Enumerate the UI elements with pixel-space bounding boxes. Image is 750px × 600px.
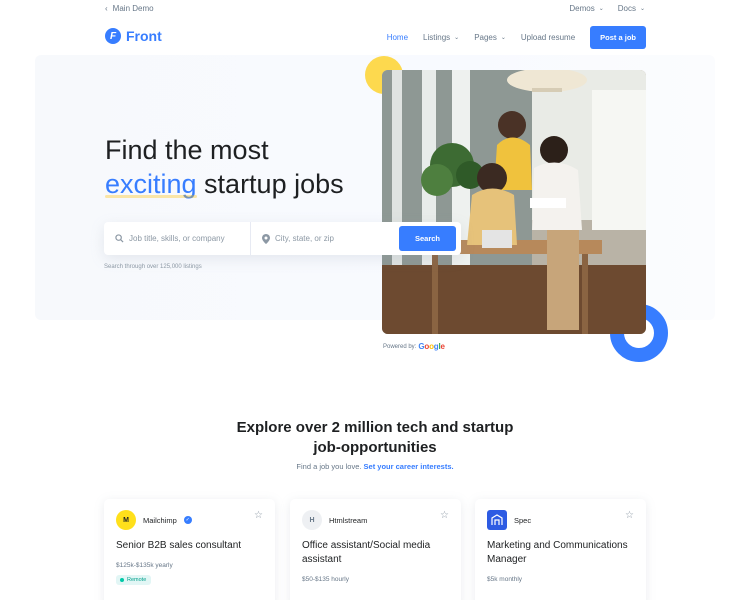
company-name: Mailchimp [143, 515, 177, 525]
remote-badge-label: Remote [127, 577, 147, 583]
job-title[interactable]: Marketing and Communications Manager [487, 539, 637, 567]
chevron-down-icon: ⌄ [500, 35, 506, 41]
nav-pages-label: Pages [474, 33, 497, 42]
logo-icon: F [105, 28, 121, 44]
job-title[interactable]: Senior B2B sales consultant [116, 539, 266, 553]
star-bookmark-icon[interactable]: ☆ [625, 510, 634, 521]
hero-title-accent: exciting [105, 169, 197, 199]
spec-logo-icon [487, 510, 507, 530]
docs-label: Docs [617, 4, 636, 13]
star-bookmark-icon[interactable]: ☆ [254, 510, 263, 521]
search-hint: Search through over 125,000 listings [104, 264, 202, 270]
nav-upload-resume[interactable]: Upload resume [521, 33, 575, 42]
hero-photo [382, 70, 646, 334]
office-scene-image [382, 70, 646, 334]
verified-check-icon: ✓ [183, 516, 192, 524]
map-pin-icon [262, 233, 270, 244]
job-card[interactable]: Spec ☆ Marketing and Communications Mana… [475, 499, 646, 600]
status-dot-icon [120, 578, 124, 582]
remote-badge: Remote [116, 575, 152, 585]
mailchimp-logo-icon: M [116, 510, 136, 530]
section-title: Explore over 2 million tech and startup … [236, 419, 514, 456]
demos-dropdown[interactable]: Demos ⌄ [569, 4, 603, 13]
chevron-down-icon: ⌄ [454, 35, 460, 41]
powered-by-label: Powered by: [383, 343, 417, 350]
building-icon [491, 514, 503, 525]
search-icon [115, 234, 124, 243]
company-info: M Mailchimp ✓ [116, 510, 192, 530]
post-job-button[interactable]: Post a job [590, 26, 646, 49]
career-interests-link[interactable]: Set your career interests. [364, 462, 454, 471]
topbar: ‹ Main Demo Demos ⌄ Docs ⌄ [0, 0, 750, 20]
nav-home[interactable]: Home [387, 33, 408, 42]
job-card[interactable]: H Htmlstream ☆ Office assistant/Social m… [290, 499, 461, 600]
section-subtitle: Find a job you love. Set your career int… [225, 462, 525, 471]
chevron-left-icon: ‹ [105, 4, 108, 13]
star-bookmark-icon[interactable]: ☆ [440, 510, 449, 521]
section-subtitle-text: Find a job you love. [296, 462, 362, 471]
hero-title-line1: Find the most [105, 135, 269, 165]
job-search-input[interactable]: Job title, skills, or company [104, 222, 251, 255]
job-search-placeholder: Job title, skills, or company [129, 234, 225, 243]
job-card[interactable]: M Mailchimp ✓ ☆ Senior B2B sales consult… [104, 499, 275, 600]
location-search-placeholder: City, state, or zip [275, 234, 334, 243]
chevron-down-icon: ⌄ [598, 6, 604, 12]
demos-label: Demos [569, 4, 595, 13]
hero-title: Find the most exciting startup jobs [105, 133, 405, 201]
job-salary: $125k-$135k yearly [116, 562, 173, 569]
main-demo-link[interactable]: ‹ Main Demo [105, 4, 154, 13]
google-logo: Google [418, 342, 445, 351]
company-name: Spec [514, 515, 532, 525]
company-name: Htmlstream [329, 515, 368, 525]
main-demo-label: Main Demo [112, 4, 154, 13]
search-button[interactable]: Search [399, 226, 456, 251]
company-info: Spec [487, 510, 531, 530]
logo-text: Front [126, 28, 162, 44]
hero-title-rest: startup jobs [196, 169, 344, 199]
powered-by-google: Powered by: Google [383, 342, 445, 351]
chevron-down-icon: ⌄ [639, 6, 645, 12]
company-info: H Htmlstream [302, 510, 367, 530]
job-title[interactable]: Office assistant/Social media assistant [302, 539, 452, 567]
location-search-input[interactable]: City, state, or zip [251, 222, 399, 255]
job-search-form: Job title, skills, or company City, stat… [104, 222, 461, 255]
htmlstream-logo-icon: H [302, 510, 322, 530]
nav-pages[interactable]: Pages ⌄ [474, 33, 506, 42]
job-salary: $50-$135 hourly [302, 576, 349, 583]
logo[interactable]: F Front [105, 28, 162, 44]
navbar: F Front Home Listings ⌄ Pages ⌄ Upload r… [0, 24, 750, 52]
docs-dropdown[interactable]: Docs ⌄ [618, 4, 645, 13]
nav-listings-label: Listings [423, 33, 451, 42]
job-salary: $5k monthly [487, 576, 523, 583]
nav-listings[interactable]: Listings ⌄ [423, 33, 459, 42]
